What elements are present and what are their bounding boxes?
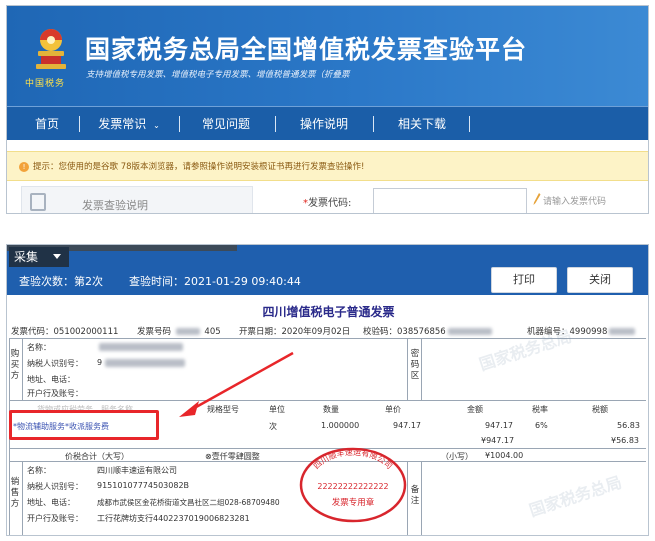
items-header-price: 单价 bbox=[385, 405, 401, 414]
items-header-amount: 金额 bbox=[467, 405, 483, 414]
chevron-down-icon: ⌄ bbox=[153, 121, 160, 130]
portal-screenshot: 中国税务 国家税务总局全国增值税发票查验平台 支持增值税专用发票、增值税电子专用… bbox=[6, 5, 649, 214]
stamp-bottom-text: 发票专用章 bbox=[332, 497, 375, 508]
invoice-code-label-text: 发票代码: bbox=[308, 198, 352, 209]
stamp-number: 22222222222222 bbox=[317, 482, 388, 491]
items-header-qty: 数量 bbox=[323, 405, 339, 414]
nav-downloads[interactable]: 相关下载 bbox=[381, 107, 463, 141]
watermark: 国家税务总局 bbox=[526, 472, 625, 521]
item-amount: 947.17 bbox=[485, 421, 513, 430]
seller-side-label: 销售方 bbox=[10, 477, 20, 509]
caret-down-icon bbox=[53, 254, 61, 259]
query-form: 发票查验说明 *发票代码: 请输入发票代码 bbox=[7, 182, 648, 213]
nav-faq[interactable]: 常见问题 bbox=[187, 107, 265, 141]
seller-name-label: 名称： bbox=[27, 466, 51, 475]
tax-total: ¥56.83 bbox=[611, 436, 639, 445]
total-label: 价税合计（大写） bbox=[65, 452, 129, 461]
warning-icon: ! bbox=[19, 162, 29, 172]
invoice-title: 四川增值税电子普通发票 bbox=[262, 305, 395, 319]
item-rate: 6% bbox=[535, 421, 548, 430]
redacted-value bbox=[447, 328, 492, 335]
buyer-address-label: 地址、电话： bbox=[27, 375, 75, 384]
items-header-tax: 税额 bbox=[592, 405, 608, 414]
instructions-panel[interactable]: 发票查验说明 bbox=[21, 186, 253, 213]
check-code-tail: 56 bbox=[434, 327, 446, 337]
site-title: 国家税务总局全国增值税发票查验平台 bbox=[85, 35, 528, 64]
seller-tax-id-label: 纳税人识别号： bbox=[27, 482, 83, 491]
print-button[interactable]: 打印 bbox=[491, 267, 557, 293]
table-border bbox=[407, 338, 408, 400]
invoice-number-label: 发票号码 bbox=[137, 327, 172, 337]
items-header-rate: 税率 bbox=[532, 405, 548, 414]
seller-name: 四川顺丰速运有限公司 bbox=[97, 466, 177, 475]
invoice-code-hint: 请输入发票代码 bbox=[543, 197, 607, 207]
browser-notice: ! 提示：您使用的是谷歌 78版本浏览器，请参照操作说明安装根证书再进行发票查验… bbox=[7, 151, 648, 181]
document-icon bbox=[30, 193, 46, 211]
check-count: 查验次数：第2次 bbox=[19, 275, 103, 288]
check-code: 校验码：038576856 bbox=[363, 325, 492, 337]
capture-dropdown-label: 采集 bbox=[14, 250, 39, 264]
item-qty: 1.000000 bbox=[321, 421, 360, 430]
seller-address-label: 地址、电话： bbox=[27, 498, 75, 507]
invoice-code: 发票代码：051002000111 bbox=[11, 327, 119, 337]
invoice-code-label: *发票代码: bbox=[303, 194, 351, 209]
highlight-box bbox=[9, 410, 159, 440]
item-tax: 56.83 bbox=[617, 421, 640, 430]
close-button[interactable]: 关闭 bbox=[567, 267, 633, 293]
nav-home[interactable]: 首页 bbox=[21, 107, 73, 141]
password-area-label: 密码区 bbox=[410, 349, 420, 381]
nav-divider bbox=[79, 116, 80, 132]
seller-bank: 工行花牌坊支行4402237019006823281 bbox=[97, 514, 250, 523]
total-lower: ¥1004.00 bbox=[485, 451, 524, 460]
total-upper: ⊗壹仟零肆圆整 bbox=[205, 452, 260, 461]
nav-invoice-knowledge[interactable]: 发票常识 ⌄ bbox=[89, 107, 169, 141]
seller-tax-id: 91510107774503082B bbox=[97, 481, 190, 490]
buyer-tax-id-label: 纳税人识别号： bbox=[27, 359, 83, 368]
remarks-label: 备注 bbox=[410, 485, 420, 506]
invoice-stamp-icon: 四川顺丰速运有限公司 22222222222222 发票专用章 bbox=[299, 448, 407, 523]
invoice-code-input[interactable] bbox=[373, 188, 527, 213]
pencil-icon bbox=[533, 193, 541, 205]
check-time: 查验时间：2021-01-29 09:40:44 bbox=[129, 275, 301, 288]
nav-divider bbox=[469, 116, 470, 132]
site-subtitle: 支持增值税专用发票、增值税电子专用发票、增值税普通发票（折叠票 bbox=[86, 70, 350, 80]
nav-divider bbox=[275, 116, 276, 132]
table-border bbox=[22, 338, 23, 400]
portal-banner: 中国税务 国家税务总局全国增值税发票查验平台 支持增值税专用发票、增值税电子专用… bbox=[7, 6, 648, 106]
notice-text: 提示：您使用的是谷歌 78版本浏览器，请参照操作说明安装根证书再进行发票查验操作… bbox=[33, 162, 365, 172]
nav-invoice-knowledge-label: 发票常识 bbox=[98, 117, 147, 131]
total-lower-label: （小写） bbox=[441, 452, 473, 461]
check-code-prefix: 校验码：0385768 bbox=[363, 327, 435, 337]
table-border bbox=[421, 338, 422, 400]
buyer-bank-label: 开户行及账号： bbox=[27, 389, 83, 398]
buyer-tax-id-tail: 9 bbox=[97, 358, 103, 367]
annotation-arrow-icon bbox=[179, 351, 294, 417]
redacted-value bbox=[609, 328, 636, 335]
table-border bbox=[22, 461, 23, 535]
capture-dropdown[interactable]: 采集 bbox=[9, 247, 69, 267]
buyer-name-label: 名称： bbox=[27, 343, 51, 352]
item-unit: 次 bbox=[269, 422, 277, 431]
table-border bbox=[421, 461, 422, 535]
redacted-value bbox=[175, 328, 200, 335]
invoice-number-tail: 405 bbox=[204, 327, 221, 337]
item-price: 947.17 bbox=[393, 421, 421, 430]
stamp-top-text: 四川顺丰速运有限公司 bbox=[312, 448, 394, 471]
emblem-caption: 中国税务 bbox=[25, 79, 66, 89]
tax-emblem-icon bbox=[36, 29, 66, 69]
invoice-number: 发票号码 405 bbox=[137, 325, 221, 337]
verification-result: 采集 查验次数：第2次 查验时间：2021-01-29 09:40:44 打印 … bbox=[6, 244, 649, 536]
nav-divider bbox=[179, 116, 180, 132]
table-border bbox=[9, 400, 646, 401]
invoice-date: 开票日期：2020年09月02日 bbox=[239, 327, 351, 337]
instructions-panel-label: 发票查验说明 bbox=[82, 199, 148, 212]
main-nav: 首页 发票常识 ⌄ 常见问题 操作说明 相关下载 bbox=[7, 106, 648, 141]
amount-total: ¥947.17 bbox=[481, 436, 515, 445]
seller-address: 成都市武侯区金花桥街道文昌社区二组028-68709480 bbox=[97, 498, 280, 507]
buyer-side-label: 购买方 bbox=[10, 349, 20, 381]
seller-bank-label: 开户行及账号： bbox=[27, 514, 83, 523]
result-header: 采集 查验次数：第2次 查验时间：2021-01-29 09:40:44 打印 … bbox=[7, 245, 648, 295]
nav-divider bbox=[373, 116, 374, 132]
nav-instructions[interactable]: 操作说明 bbox=[283, 107, 365, 141]
